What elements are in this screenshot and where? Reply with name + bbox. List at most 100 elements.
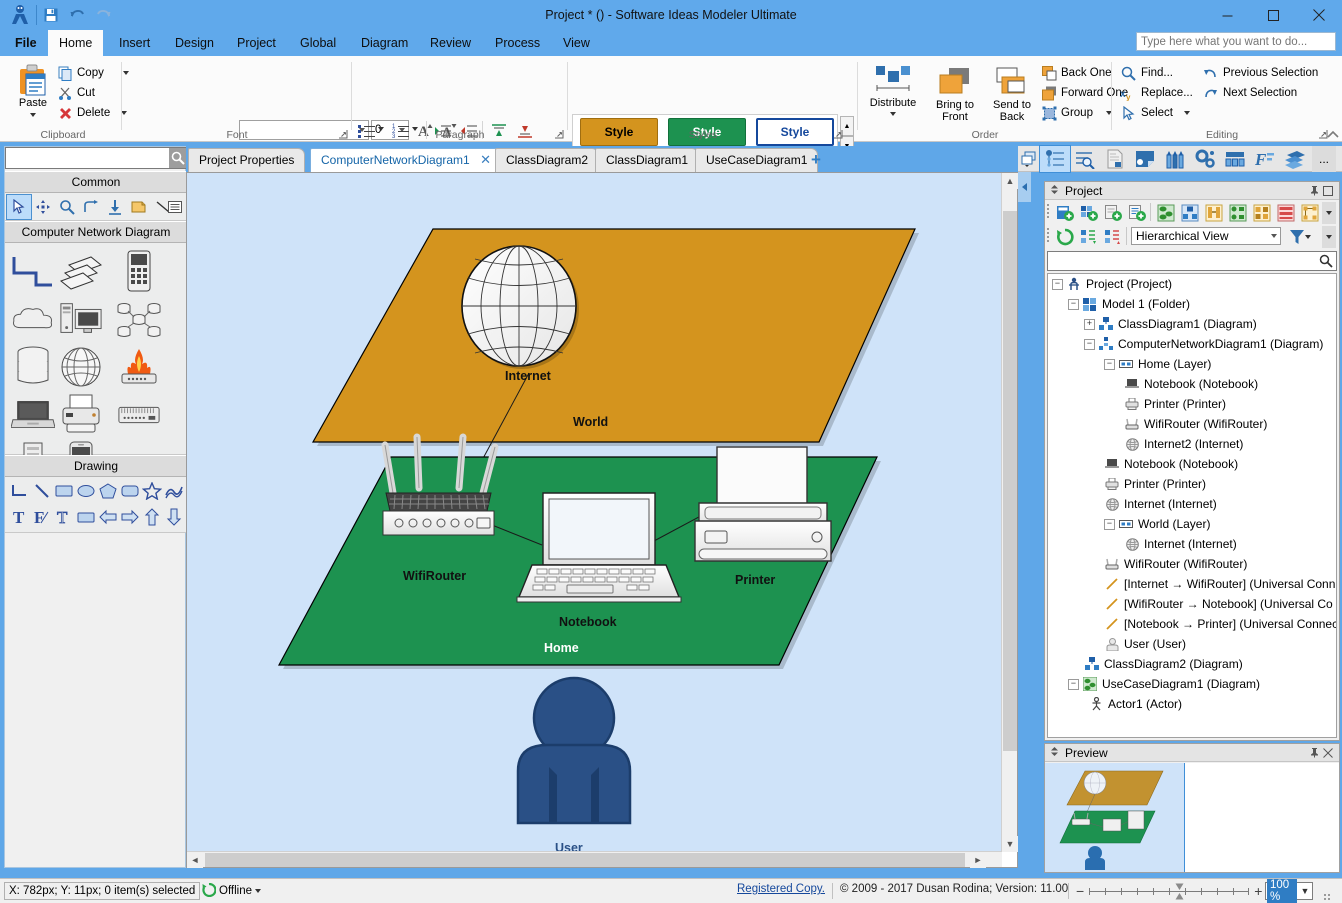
collapse-all-icon[interactable] [1101, 226, 1125, 248]
shape-text-outline[interactable]: T [52, 505, 76, 529]
tree-node-usecasediagram1[interactable]: − UseCaseDiagram1 (Diagram) [1068, 674, 1260, 694]
shape-right-arrow[interactable] [118, 505, 142, 529]
toolbar-grip-2[interactable] [1047, 228, 1051, 244]
style-icon[interactable] [1130, 146, 1160, 172]
project-toolbar-overflow-2[interactable] [1322, 226, 1336, 248]
tree-node-printer-home[interactable]: Printer (Printer) [1124, 394, 1226, 414]
canvas-vertical-scrollbar[interactable]: ▲ ▼ [1001, 173, 1018, 852]
toolbox-section-network-header[interactable]: Computer Network Diagram [5, 221, 187, 243]
add-project-icon[interactable] [1053, 202, 1077, 224]
tree-node-internet2-home[interactable]: Internet2 (Internet) [1124, 434, 1243, 454]
layer-world[interactable] [311, 228, 919, 446]
shape-line[interactable] [30, 479, 54, 503]
tool-insert-tool[interactable] [103, 195, 127, 219]
tree-node-internet-world[interactable]: Internet (Internet) [1124, 534, 1237, 554]
paragraph-dialog-launcher[interactable] [554, 129, 565, 140]
state-diagram-icon[interactable] [1274, 202, 1298, 224]
paste-button[interactable]: Paste [10, 62, 56, 117]
canvas-scroll-down-button[interactable]: ▼ [1002, 836, 1018, 852]
add-diagram-icon[interactable] [1101, 202, 1125, 224]
node-user[interactable] [516, 676, 632, 825]
menu-tab-view[interactable]: View [552, 30, 601, 56]
status-connection[interactable]: Offline [202, 882, 262, 900]
shape-database-cluster[interactable] [117, 295, 161, 343]
add-tab-button[interactable]: + [806, 150, 826, 169]
back-one-button[interactable]: Back One [1040, 64, 1112, 82]
tree-node-project[interactable]: − Project (Project) [1052, 274, 1172, 294]
status-connection-caret[interactable] [255, 889, 262, 893]
activity-diagram-icon[interactable] [1226, 202, 1250, 224]
pin-icon[interactable] [1307, 184, 1321, 198]
menu-tab-review[interactable]: Review [419, 30, 482, 56]
tree-expander[interactable]: − [1052, 278, 1063, 290]
shape-cloud[interactable] [11, 295, 55, 343]
toolbox-section-drawing-header[interactable]: Drawing [5, 455, 187, 477]
windows-icon[interactable] [1018, 146, 1040, 172]
distribute-caret[interactable] [890, 111, 896, 116]
collapse-right-panel-button[interactable] [1018, 172, 1031, 202]
preview-pin-icon[interactable] [1307, 746, 1321, 760]
redo-icon[interactable] [94, 6, 112, 24]
layers-icon[interactable] [1280, 146, 1310, 172]
zoom-level-caret[interactable]: ▼ [1298, 886, 1312, 896]
project-panel-maximize-icon[interactable] [1321, 184, 1335, 198]
class-diagram-icon[interactable] [1178, 202, 1202, 224]
doc-tab-classdiagram2[interactable]: ClassDiagram2 [495, 148, 600, 172]
project-toolbar-overflow-1[interactable] [1322, 202, 1336, 224]
shape-rectangle[interactable] [52, 479, 76, 503]
component-diagram-icon[interactable] [1250, 202, 1274, 224]
canvas-scroll-right-button[interactable]: ► [970, 852, 986, 868]
send-to-back-button[interactable]: Send to Back [986, 62, 1038, 123]
shape-left-arrow[interactable] [96, 505, 120, 529]
tree-node-internet[interactable]: Internet (Internet) [1104, 494, 1217, 514]
tree-node-printer[interactable]: Printer (Printer) [1104, 474, 1206, 494]
tree-node-classdiagram2[interactable]: ClassDiagram2 (Diagram) [1084, 654, 1243, 674]
save-icon[interactable] [42, 6, 60, 24]
table-icon[interactable] [1220, 146, 1250, 172]
shape-elbow-connector[interactable] [8, 479, 32, 503]
zoom-slider-control[interactable]: − + [1076, 882, 1262, 900]
toolbox-section-common-header[interactable]: Common [5, 171, 187, 193]
tree-node-connector-internet-wifirouter[interactable]: [Internet → WifiRouter] (Universal Conn [1104, 574, 1335, 594]
tool-note-tool[interactable] [127, 195, 151, 219]
palette-icon[interactable] [1160, 146, 1190, 172]
use-case-diagram-icon[interactable] [1154, 202, 1178, 224]
settings-icon[interactable] [1190, 146, 1220, 172]
canvas-scroll-up-button[interactable]: ▲ [1002, 173, 1018, 189]
zoom-slider-thumb[interactable] [1175, 883, 1184, 900]
menu-tab-process[interactable]: Process [484, 30, 551, 56]
shape-scribble[interactable] [162, 479, 186, 503]
font-dialog-launcher[interactable] [338, 129, 349, 140]
distribute-button[interactable]: Distribute [864, 62, 922, 116]
zoom-slider-track[interactable] [1089, 883, 1250, 899]
shape-text[interactable]: T [8, 505, 32, 529]
tree-node-wifirouter-home[interactable]: WifiRouter (WifiRouter) [1124, 414, 1267, 434]
toolbar-grip-1[interactable] [1047, 204, 1051, 220]
project-panel-drag-icon[interactable] [1049, 184, 1060, 198]
tree-expander[interactable]: − [1068, 678, 1079, 690]
tree-node-notebook-home[interactable]: Notebook (Notebook) [1124, 374, 1258, 394]
tree-expander[interactable]: + [1084, 318, 1095, 330]
project-tree-search-box[interactable] [1047, 251, 1337, 271]
preview-close-icon[interactable] [1321, 746, 1335, 760]
undo-icon[interactable] [68, 6, 86, 24]
diagram-canvas[interactable]: Internet World WifiRouter Notebook Print… [187, 173, 1002, 852]
delete-button[interactable]: Delete [56, 104, 128, 122]
find-properties-icon[interactable] [1070, 146, 1100, 172]
shape-text-box[interactable] [74, 505, 98, 529]
next-selection-button[interactable]: Next Selection [1200, 84, 1297, 102]
minimize-button[interactable] [1204, 0, 1250, 30]
expand-all-icon[interactable] [1077, 226, 1101, 248]
sequence-diagram-icon[interactable] [1202, 202, 1226, 224]
tree-expander[interactable]: − [1084, 338, 1095, 350]
shape-laptop[interactable] [11, 391, 55, 439]
select-caret[interactable] [1183, 111, 1190, 115]
shape-internet-globe[interactable] [59, 343, 103, 391]
shape-formatted-text[interactable]: F [30, 505, 54, 529]
menu-tab-home[interactable]: Home [48, 30, 104, 56]
overflow-icon[interactable]: ... [1312, 145, 1336, 172]
doc-tab-usecasediagram1[interactable]: UseCaseDiagram1 [695, 148, 819, 172]
tree-node-actor1[interactable]: Actor1 (Actor) [1088, 694, 1182, 714]
doc-tab-computernetworkdiagram1[interactable]: ComputerNetworkDiagram1 ✕ [310, 148, 502, 172]
tell-me-input[interactable] [1137, 33, 1335, 50]
